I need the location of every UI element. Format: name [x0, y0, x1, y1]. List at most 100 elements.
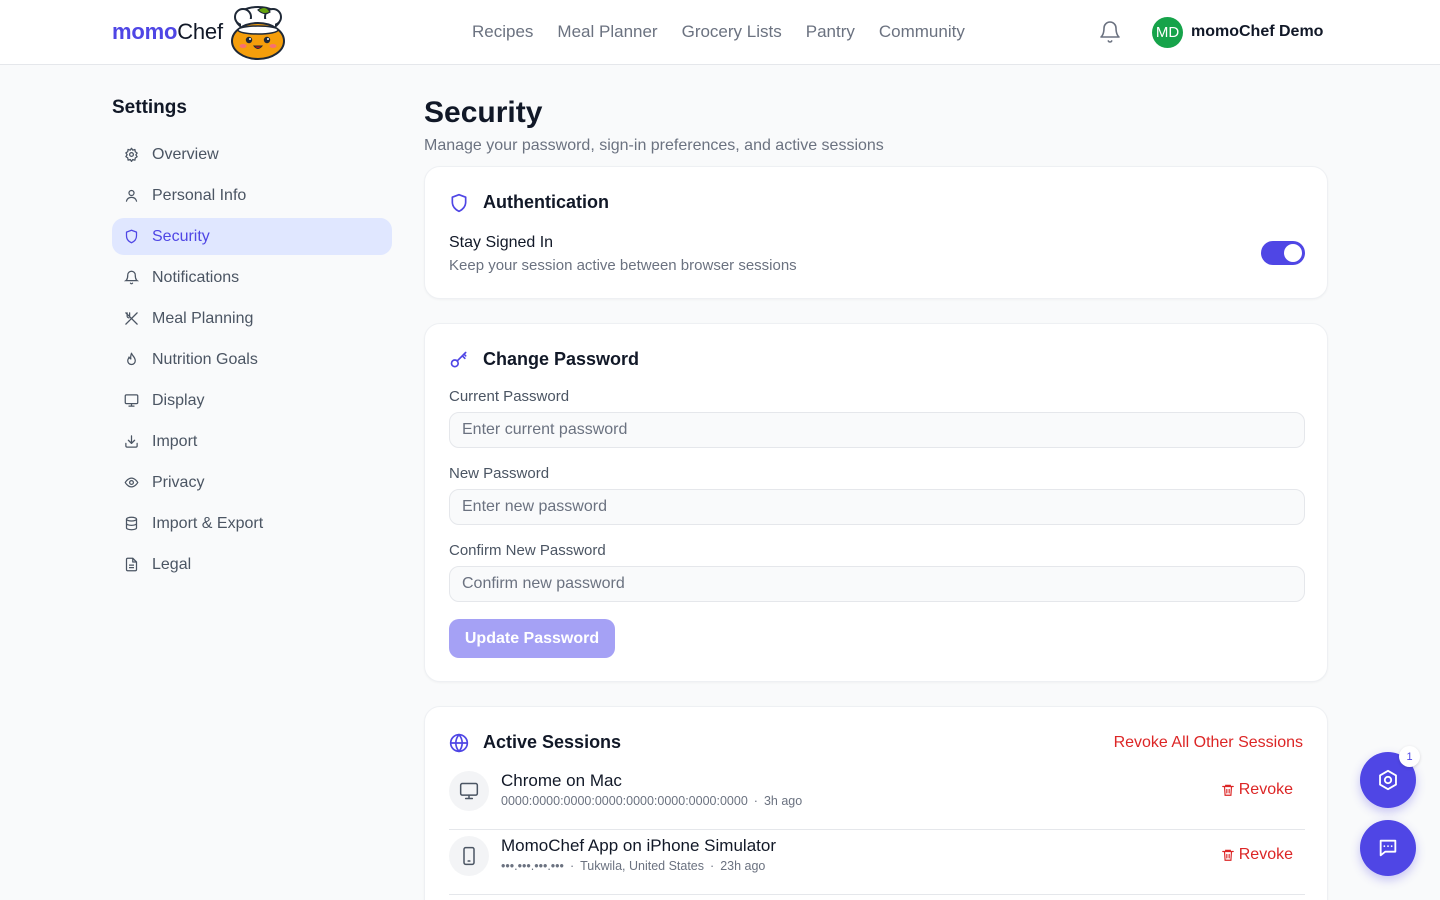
- top-nav-bar: momoChef Recipes Meal Planner Grocery Li…: [0, 0, 1440, 65]
- shield-icon: [125, 229, 138, 244]
- user-icon: [125, 189, 138, 202]
- session-row: MomoChef App on iPhone Simulator •••.•••…: [449, 830, 1305, 895]
- sidebar-item-label: Notifications: [152, 268, 240, 286]
- notification-bell-icon[interactable]: [1098, 20, 1122, 44]
- key-icon: [450, 351, 467, 367]
- current-password-input[interactable]: [449, 412, 1305, 448]
- sidebar-item-label: Overview: [152, 145, 219, 163]
- active-sessions-card: Active Sessions Revoke All Other Session…: [424, 706, 1328, 900]
- session-device-badge: [449, 836, 489, 876]
- revoke-all-sessions-button[interactable]: Revoke All Other Sessions: [1114, 734, 1303, 752]
- trash-icon: [1221, 784, 1234, 796]
- notification-count-badge: 1: [1399, 746, 1420, 767]
- separator: ·: [753, 794, 758, 808]
- sidebar-item-meal-planning[interactable]: Meal Planning: [112, 300, 392, 337]
- session-row: Chrome on Mac 0000:0000:0000:0000:0000:0…: [449, 765, 1305, 830]
- sidebar-item-nutrition-goals[interactable]: Nutrition Goals: [112, 341, 392, 378]
- session-ip: 0000:0000:0000:0000:0000:0000:0000:0000: [501, 794, 748, 808]
- sidebar-item-label: Import: [152, 432, 198, 450]
- change-password-card: Change Password Current Password New Pas…: [424, 323, 1328, 682]
- sidebar-item-label: Security: [152, 227, 210, 245]
- desktop-icon: [459, 782, 479, 800]
- separator: ·: [569, 859, 575, 873]
- sidebar-item-notifications[interactable]: Notifications: [112, 259, 392, 296]
- revoke-label: Revoke: [1238, 846, 1293, 863]
- sidebar-item-label: Import & Export: [152, 514, 264, 532]
- document-icon: [125, 557, 138, 572]
- session-meta: •••.•••.•••.••• · Tukwila, United States · 2…: [501, 859, 765, 873]
- nav-meal-planner[interactable]: Meal Planner: [557, 22, 657, 42]
- nav-grocery-lists[interactable]: Grocery Lists: [682, 22, 782, 42]
- new-password-label: New Password: [449, 465, 550, 482]
- brand-wordmark: momoChef: [112, 19, 223, 44]
- sidebar-item-legal[interactable]: Legal: [112, 546, 392, 583]
- session-time: 23h ago: [720, 859, 766, 873]
- trash-icon: [1221, 849, 1234, 861]
- hexagon-gear-icon: [1379, 769, 1397, 791]
- user-menu[interactable]: MD momoChef Demo: [1152, 16, 1323, 48]
- session-ip: •••.•••.•••.•••: [501, 859, 564, 873]
- confirm-password-label: Confirm New Password: [449, 542, 606, 559]
- sidebar-item-overview[interactable]: Overview: [112, 136, 392, 173]
- sidebar-item-privacy[interactable]: Privacy: [112, 464, 392, 501]
- avatar: MD: [1152, 16, 1183, 48]
- gear-icon: [125, 147, 138, 162]
- card-heading: Authentication: [483, 192, 609, 212]
- utensils-icon: [125, 312, 138, 325]
- chat-icon: [1379, 839, 1397, 857]
- revoke-label: Revoke: [1238, 781, 1293, 798]
- brand-logo[interactable]: momoChef: [112, 4, 287, 60]
- sidebar-title: Settings: [112, 97, 187, 118]
- session-meta: 0000:0000:0000:0000:0000:0000:0000:0000 ·…: [501, 794, 802, 808]
- main-nav: Recipes Meal Planner Grocery Lists Pantr…: [472, 0, 965, 64]
- shield-icon: [451, 193, 467, 212]
- sidebar-item-label: Meal Planning: [152, 309, 254, 327]
- eye-icon: [124, 477, 139, 488]
- session-name: Chrome on Mac: [501, 771, 622, 790]
- monitor-icon: [124, 394, 139, 407]
- revoke-session-button[interactable]: Revoke: [1221, 846, 1293, 864]
- sidebar-item-label: Legal: [152, 555, 192, 573]
- page-title: Security: [424, 96, 543, 129]
- globe-icon: [449, 732, 469, 753]
- separator: ·: [710, 859, 715, 873]
- settings-sidebar: Overview Personal Info Security Notifica…: [112, 136, 392, 587]
- sidebar-item-import[interactable]: Import: [112, 423, 392, 460]
- confirm-password-input[interactable]: [449, 566, 1305, 602]
- card-header: Active Sessions: [449, 732, 621, 753]
- sidebar-item-import-export[interactable]: Import & Export: [112, 505, 392, 542]
- session-location: Tukwila, United States: [580, 859, 705, 873]
- bell-icon: [124, 270, 139, 285]
- nav-recipes[interactable]: Recipes: [472, 22, 533, 42]
- sidebar-item-security[interactable]: Security: [112, 218, 392, 255]
- new-password-input[interactable]: [449, 489, 1305, 525]
- current-password-label: Current Password: [449, 388, 570, 405]
- sidebar-item-label: Personal Info: [152, 186, 247, 204]
- card-header: Authentication: [449, 192, 609, 213]
- card-heading: Active Sessions: [483, 732, 622, 752]
- revoke-session-button[interactable]: Revoke: [1221, 781, 1293, 799]
- page-subtitle: Manage your password, sign-in preference…: [424, 137, 884, 154]
- nav-pantry[interactable]: Pantry: [806, 22, 855, 42]
- session-time: 3h ago: [763, 794, 803, 808]
- session-name: MomoChef App on iPhone Simulator: [501, 836, 776, 855]
- database-icon: [125, 516, 138, 531]
- floating-chat-button[interactable]: [1360, 820, 1416, 876]
- phone-icon: [463, 846, 475, 866]
- sidebar-item-display[interactable]: Display: [112, 382, 392, 419]
- stay-signed-in-toggle[interactable]: [1261, 241, 1305, 265]
- nav-community[interactable]: Community: [879, 22, 965, 42]
- stay-signed-in-label: Stay Signed In: [449, 234, 554, 251]
- sidebar-item-label: Nutrition Goals: [152, 350, 258, 368]
- card-header: Change Password: [449, 349, 639, 370]
- stay-signed-in-description: Keep your session active between browser…: [449, 257, 797, 274]
- chef-mascot-icon: [230, 6, 285, 60]
- sidebar-item-personal-info[interactable]: Personal Info: [112, 177, 392, 214]
- card-heading: Change Password: [483, 349, 640, 369]
- user-name: momoChef Demo: [1191, 23, 1324, 40]
- update-password-button[interactable]: Update Password: [449, 619, 615, 658]
- toggle-knob: [1284, 244, 1302, 262]
- sidebar-item-label: Display: [152, 391, 205, 409]
- flame-icon: [127, 352, 136, 366]
- session-device-badge: [449, 771, 489, 811]
